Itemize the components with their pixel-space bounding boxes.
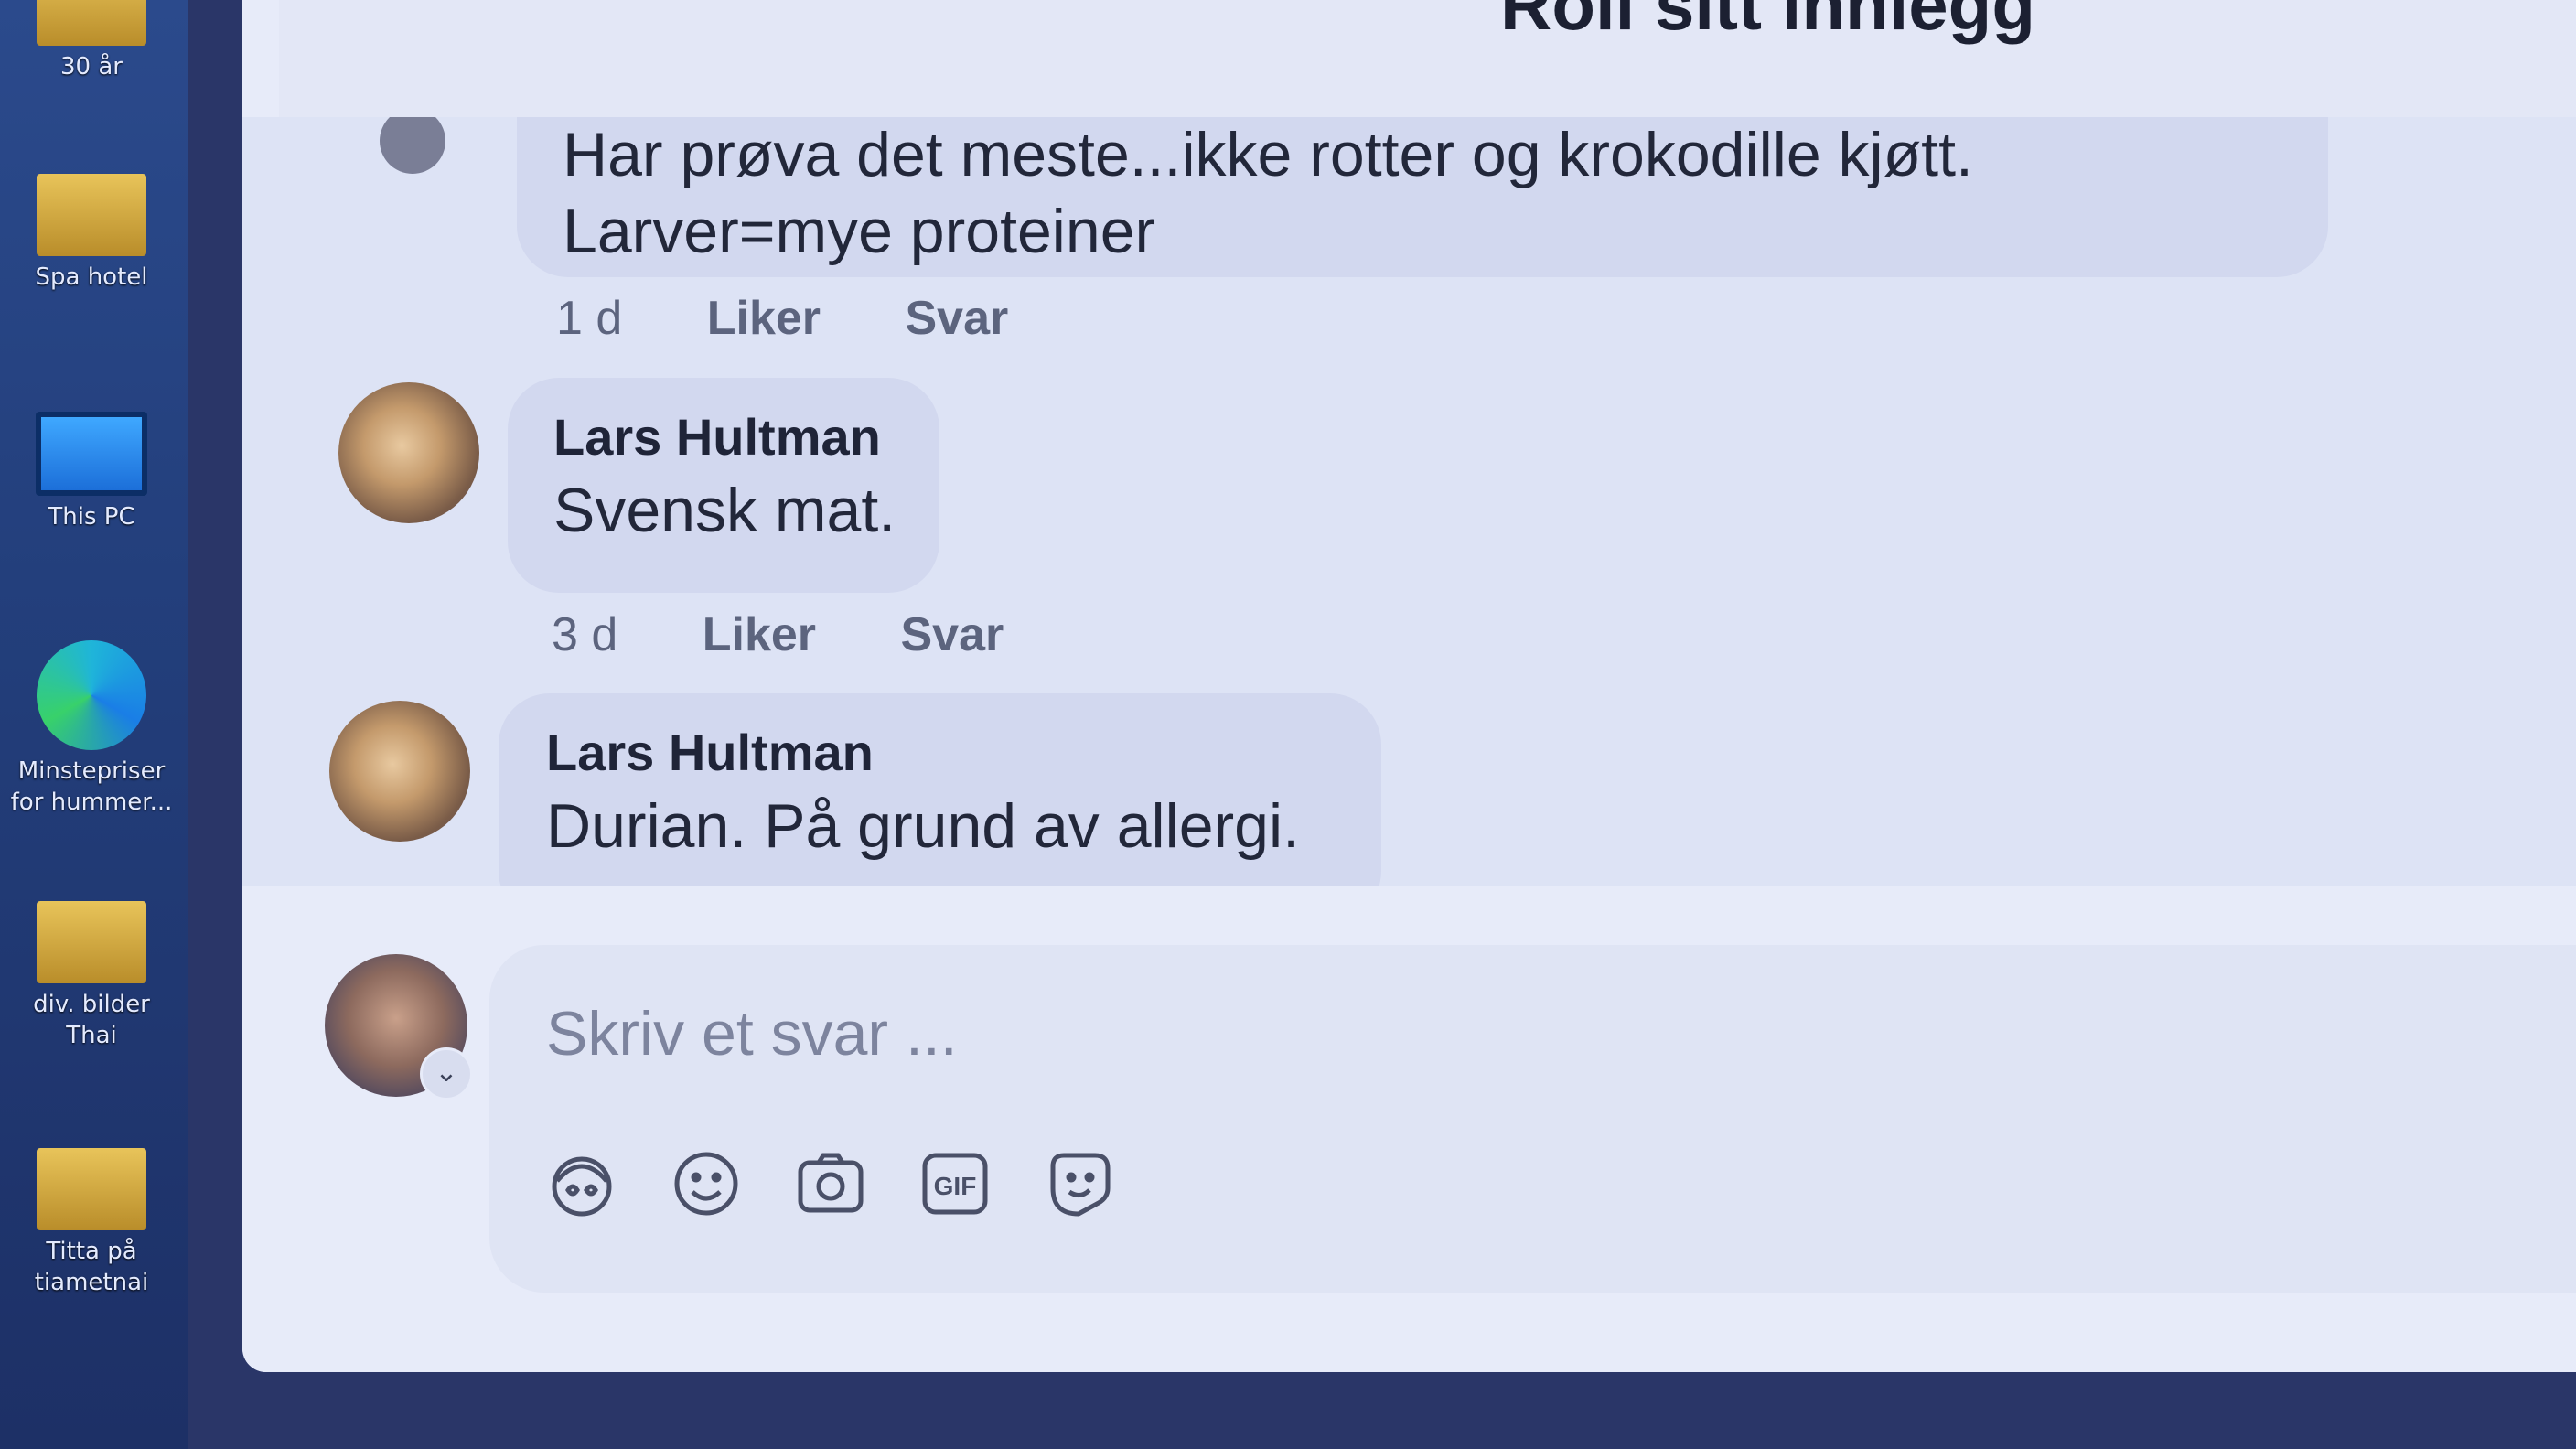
- comment-timestamp[interactable]: 3 d: [552, 608, 617, 661]
- comment-text: Durian. På grund av allergi.: [546, 791, 1301, 861]
- desktop-icon-label: Titta på tiametnai: [34, 1238, 149, 1296]
- reply-composer: ⌄ Skriv et svar ... GIF: [242, 886, 2576, 1372]
- comment-actions: 1 d Liker Svar: [556, 291, 1079, 346]
- dialog-title: Roll sitt innlegg: [1500, 0, 2035, 45]
- comment-text: Svensk mat.: [553, 476, 896, 545]
- commenter-avatar[interactable]: [338, 382, 479, 523]
- current-user-avatar[interactable]: ⌄: [325, 954, 473, 1100]
- comment-bubble: Har prøva det meste...ikke rotter og kro…: [517, 117, 2328, 277]
- folder-icon: [37, 1148, 146, 1230]
- like-button[interactable]: Liker: [707, 292, 821, 345]
- edge-browser-icon: [37, 640, 146, 750]
- comment-author[interactable]: Lars Hultman: [546, 723, 874, 782]
- reply-input[interactable]: [544, 987, 2195, 1080]
- comment-timestamp[interactable]: 1 d: [556, 292, 622, 345]
- comment-bubble: Lars Hultman Durian. På grund av allergi…: [499, 693, 1381, 886]
- comment-bubble: Lars Hultman Svensk mat.: [508, 378, 939, 593]
- desktop-icon-label: This PC: [48, 503, 135, 531]
- like-button[interactable]: Liker: [703, 608, 816, 661]
- comment-author[interactable]: Lars Hultman: [553, 407, 881, 467]
- gif-icon[interactable]: GIF: [918, 1146, 993, 1221]
- monitor-icon: [36, 412, 147, 496]
- comment-text: Larver=mye proteiner: [563, 197, 1156, 266]
- reply-button[interactable]: Svar: [901, 608, 1004, 661]
- desktop-icon-label: div. bilder Thai: [33, 991, 150, 1049]
- desktop-icon-minstepriser[interactable]: Minstepriser for hummer...: [0, 640, 183, 818]
- folder-icon: [37, 901, 146, 983]
- post-dialog: Roll sitt innlegg Har prøva det meste...…: [242, 0, 2576, 1372]
- gif-label: GIF: [934, 1172, 977, 1200]
- comment-actions: 3 d Liker Svar: [552, 607, 1075, 662]
- reply-button[interactable]: Svar: [906, 292, 1009, 345]
- desktop-icon-spa-hotel[interactable]: Spa hotel: [0, 174, 183, 293]
- background-feed: [188, 1372, 2576, 1449]
- desktop-icon-titta[interactable]: Titta på tiametnai: [0, 1148, 183, 1298]
- avatar-sticker-icon[interactable]: [544, 1146, 619, 1221]
- camera-icon[interactable]: [793, 1146, 868, 1221]
- desktop-icon-label: Spa hotel: [35, 263, 148, 291]
- desktop-icon-label: 30 år: [60, 53, 123, 80]
- desktop-icon-strip: 30 år Spa hotel This PC Minstepriser for…: [0, 0, 188, 1449]
- comment-list[interactable]: Har prøva det meste...ikke rotter og kro…: [242, 117, 2576, 886]
- comment-text: Har prøva det meste...ikke rotter og kro…: [563, 120, 1973, 189]
- commenter-avatar[interactable]: [329, 701, 470, 842]
- chevron-down-icon[interactable]: ⌄: [420, 1047, 473, 1100]
- reply-box: GIF: [489, 945, 2576, 1293]
- desktop-icon-div-bilder-thai[interactable]: div. bilder Thai: [0, 901, 183, 1051]
- desktop-icon-30-ar[interactable]: 30 år: [0, 0, 183, 82]
- sticker-icon[interactable]: [1042, 1146, 1117, 1221]
- emoji-icon[interactable]: [669, 1146, 744, 1221]
- desktop-icon-label: Minstepriser for hummer...: [10, 757, 173, 816]
- folder-icon: [37, 174, 146, 256]
- folder-icon: [37, 0, 146, 46]
- dialog-header: Roll sitt innlegg: [279, 0, 2576, 119]
- commenter-avatar[interactable]: [380, 117, 445, 174]
- desktop-icon-this-pc[interactable]: This PC: [0, 412, 183, 532]
